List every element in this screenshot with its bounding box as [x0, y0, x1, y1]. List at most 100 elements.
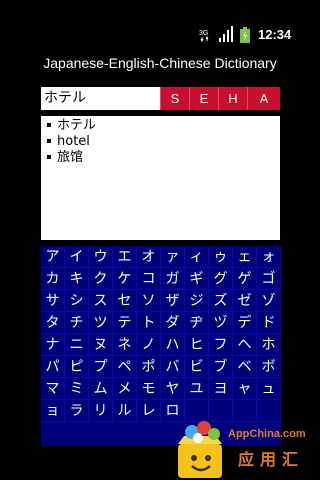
- kana-key[interactable]: グ: [209, 268, 233, 290]
- kana-key[interactable]: フ: [209, 334, 233, 356]
- kana-key[interactable]: レ: [137, 400, 161, 422]
- kana-key[interactable]: ソ: [137, 290, 161, 312]
- kana-key[interactable]: ポ: [137, 356, 161, 378]
- watermark-site: AppChina.com: [228, 428, 306, 440]
- shopping-bag-logo-icon: [178, 421, 222, 478]
- 3g-data-icon: 3G: [199, 30, 209, 42]
- kana-key[interactable]: ゼ: [233, 290, 257, 312]
- kana-key[interactable]: ム: [89, 378, 113, 400]
- svg-text:3G: 3G: [199, 30, 208, 37]
- kana-key[interactable]: ヒ: [185, 334, 209, 356]
- kana-key[interactable]: ペ: [113, 356, 137, 378]
- kana-key[interactable]: ザ: [161, 290, 185, 312]
- kana-key[interactable]: モ: [137, 378, 161, 400]
- kana-key[interactable]: ジ: [185, 290, 209, 312]
- result-text: ホテル: [57, 118, 97, 133]
- kana-key[interactable]: ボ: [257, 356, 281, 378]
- kana-key[interactable]: ギ: [185, 268, 209, 290]
- kana-key[interactable]: シ: [65, 290, 89, 312]
- kana-key[interactable]: ミ: [65, 378, 89, 400]
- kana-key[interactable]: ェ: [233, 246, 257, 268]
- kana-key[interactable]: ヌ: [89, 334, 113, 356]
- kana-key[interactable]: ビ: [185, 356, 209, 378]
- kana-key[interactable]: イ: [65, 246, 89, 268]
- kana-keyboard: アイウエオァィゥェォカキクケコガギグゲゴサシスセソザジズゼゾタチツテトダヂヅデド…: [41, 246, 281, 446]
- kana-key[interactable]: ド: [257, 312, 281, 334]
- kana-key[interactable]: コ: [137, 268, 161, 290]
- kana-key[interactable]: ゲ: [233, 268, 257, 290]
- kana-key[interactable]: ア: [41, 246, 65, 268]
- kana-key[interactable]: ピ: [65, 356, 89, 378]
- watermark: AppChina.com 应用汇: [170, 418, 320, 480]
- kana-key[interactable]: ガ: [161, 268, 185, 290]
- kana-key[interactable]: ョ: [41, 400, 65, 422]
- kana-key[interactable]: ツ: [89, 312, 113, 334]
- kana-key[interactable]: エ: [113, 246, 137, 268]
- kana-key[interactable]: ヅ: [209, 312, 233, 334]
- kana-key[interactable]: ヘ: [233, 334, 257, 356]
- kana-key[interactable]: ベ: [233, 356, 257, 378]
- mode-button-h[interactable]: H: [218, 87, 247, 110]
- kana-key[interactable]: ス: [89, 290, 113, 312]
- kana-key[interactable]: ゾ: [257, 290, 281, 312]
- result-text: hotel: [57, 134, 90, 149]
- kana-key[interactable]: チ: [65, 312, 89, 334]
- kana-key[interactable]: ユ: [185, 378, 209, 400]
- kana-key[interactable]: ナ: [41, 334, 65, 356]
- mode-button-e[interactable]: E: [189, 87, 218, 110]
- result-item[interactable]: hotel: [45, 134, 276, 150]
- kana-key[interactable]: ュ: [257, 378, 281, 400]
- result-item[interactable]: 旅馆: [45, 150, 276, 166]
- kana-key[interactable]: セ: [113, 290, 137, 312]
- kana-key[interactable]: ル: [113, 400, 137, 422]
- kana-key[interactable]: タ: [41, 312, 65, 334]
- kana-key[interactable]: ヂ: [185, 312, 209, 334]
- kana-key[interactable]: デ: [233, 312, 257, 334]
- kana-key[interactable]: カ: [41, 268, 65, 290]
- kana-key[interactable]: ヨ: [209, 378, 233, 400]
- app-title: Japanese-English-Chinese Dictionary: [43, 55, 277, 71]
- kana-key[interactable]: マ: [41, 378, 65, 400]
- kana-key[interactable]: ケ: [113, 268, 137, 290]
- kana-key[interactable]: ノ: [137, 334, 161, 356]
- kana-key[interactable]: ヤ: [161, 378, 185, 400]
- result-text: 旅馆: [57, 150, 84, 165]
- watermark-brand: 应用汇: [238, 450, 305, 469]
- search-input[interactable]: ホテル: [41, 87, 160, 110]
- battery-icon: [240, 27, 250, 43]
- bullet-icon: [47, 122, 51, 127]
- kana-key[interactable]: ネ: [113, 334, 137, 356]
- kana-key[interactable]: ホ: [257, 334, 281, 356]
- kana-key[interactable]: キ: [65, 268, 89, 290]
- kana-key[interactable]: サ: [41, 290, 65, 312]
- bullet-icon: [47, 154, 51, 159]
- kana-key[interactable]: パ: [41, 356, 65, 378]
- mode-button-a[interactable]: A: [247, 87, 280, 110]
- kana-key[interactable]: プ: [89, 356, 113, 378]
- kana-key[interactable]: オ: [137, 246, 161, 268]
- kana-key[interactable]: ト: [137, 312, 161, 334]
- kana-key[interactable]: ハ: [161, 334, 185, 356]
- kana-key[interactable]: バ: [161, 356, 185, 378]
- kana-key[interactable]: リ: [89, 400, 113, 422]
- status-bar: 3G 12:34: [0, 0, 320, 43]
- kana-key[interactable]: ィ: [185, 246, 209, 268]
- kana-key[interactable]: ウ: [89, 246, 113, 268]
- kana-key[interactable]: ォ: [257, 246, 281, 268]
- kana-key[interactable]: ブ: [209, 356, 233, 378]
- kana-key[interactable]: メ: [113, 378, 137, 400]
- kana-key[interactable]: ャ: [233, 378, 257, 400]
- kana-key[interactable]: ニ: [65, 334, 89, 356]
- kana-key[interactable]: ズ: [209, 290, 233, 312]
- kana-key[interactable]: ラ: [65, 400, 89, 422]
- signal-icon: [219, 26, 233, 42]
- bullet-icon: [47, 138, 51, 143]
- kana-key[interactable]: ゥ: [209, 246, 233, 268]
- kana-key[interactable]: テ: [113, 312, 137, 334]
- kana-key[interactable]: ゴ: [257, 268, 281, 290]
- kana-key[interactable]: ダ: [161, 312, 185, 334]
- mode-button-s[interactable]: S: [160, 87, 189, 110]
- result-item[interactable]: ホテル: [45, 118, 276, 134]
- kana-key[interactable]: ァ: [161, 246, 185, 268]
- kana-key[interactable]: ク: [89, 268, 113, 290]
